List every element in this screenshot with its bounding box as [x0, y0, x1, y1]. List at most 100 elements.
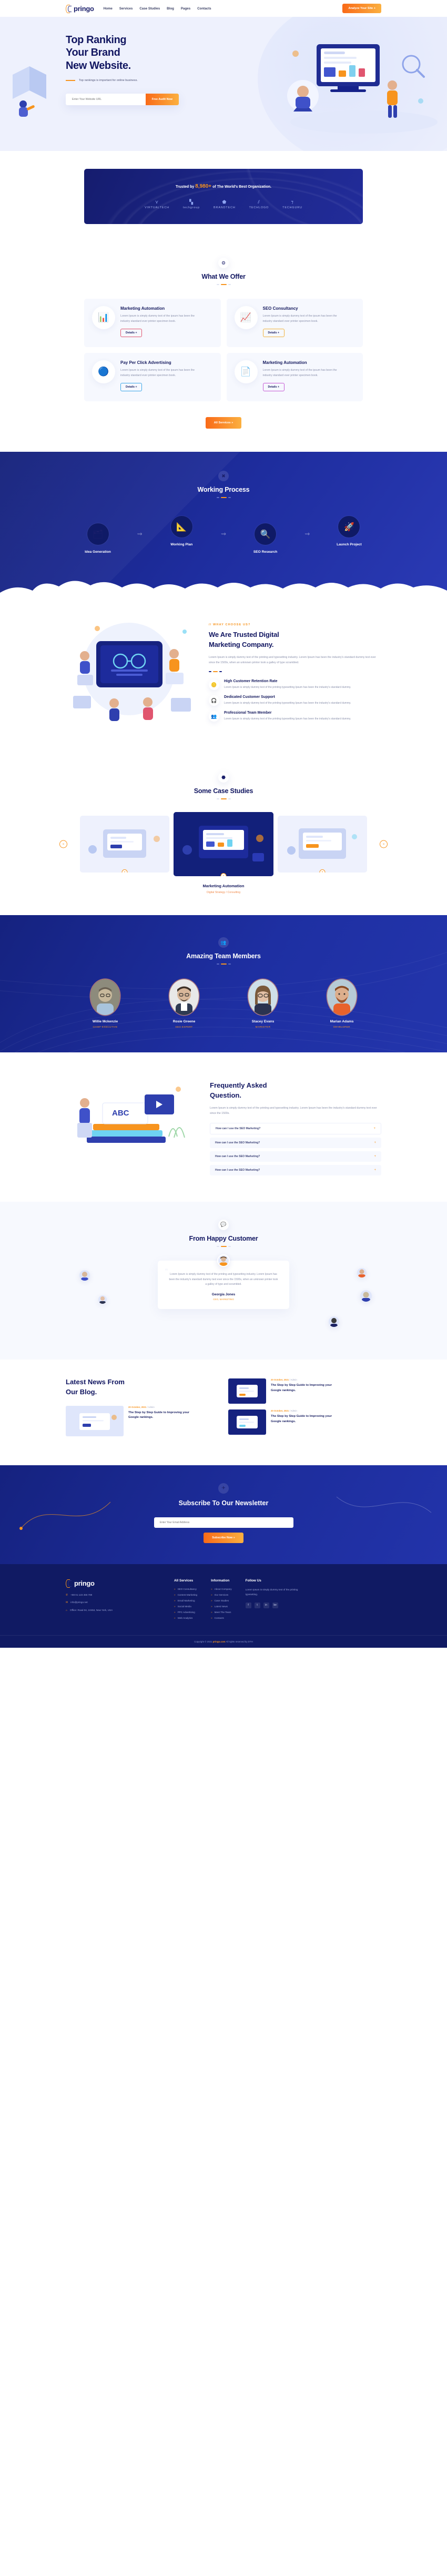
- footer-phone-text: +88 01 123 456 789: [70, 1593, 93, 1596]
- footer-link[interactable]: About Company: [211, 1588, 232, 1590]
- card-title: Marketing Automation: [262, 360, 307, 365]
- footer-link[interactable]: Meet The Team: [211, 1611, 232, 1614]
- nav-item-case-studies[interactable]: Case Studies: [139, 7, 160, 11]
- mini-avatar[interactable]: [98, 1295, 107, 1304]
- faq-item[interactable]: How can I use the SEO Marketing? +: [210, 1122, 381, 1134]
- team-member[interactable]: Marian Adams DEVELOPER: [313, 979, 371, 1028]
- team-section: 👥 Amazing Team Members Willie Mckenzie C…: [0, 915, 447, 1052]
- free-audit-button[interactable]: Free Audit Now: [145, 94, 179, 106]
- site-logo[interactable]: pringo: [66, 4, 94, 13]
- hero-left-illustration: [13, 66, 46, 117]
- plus-icon[interactable]: +: [374, 1155, 376, 1158]
- step-label: SEO Research: [253, 550, 278, 554]
- email-input[interactable]: [154, 1517, 293, 1528]
- footer-logo-text: pringo: [74, 1579, 95, 1587]
- mini-avatar[interactable]: [360, 1290, 372, 1302]
- footer-link[interactable]: Email Marketing: [174, 1599, 197, 1602]
- footer-email[interactable]: ✉ info@pringo.net: [66, 1600, 160, 1606]
- mini-avatar[interactable]: [357, 1267, 367, 1277]
- website-url-input[interactable]: [66, 98, 146, 102]
- footer-link[interactable]: Our Services: [211, 1594, 232, 1596]
- mini-avatar[interactable]: [79, 1270, 90, 1281]
- details-button[interactable]: Details +: [262, 329, 285, 338]
- post-date: 20 October, 2021: [271, 1378, 289, 1381]
- carousel-prev-button[interactable]: «: [59, 840, 67, 848]
- case-plus-button[interactable]: +: [220, 873, 227, 876]
- linkedin-icon[interactable]: in: [263, 1602, 269, 1608]
- blog-post[interactable]: 20 October, 2021 / Admin The Step by Ste…: [66, 1405, 219, 1436]
- offer-card[interactable]: 📄 Marketing Automation Lorem Ipsum is si…: [226, 353, 363, 401]
- offer-card[interactable]: 📈 SEO Consultancy Lorem Ipsum is simply …: [226, 299, 363, 347]
- case-card-active[interactable]: +: [174, 812, 273, 876]
- process-step-seo-research[interactable]: 🔍 SEO Research: [244, 523, 287, 554]
- subscribe-button[interactable]: Subscribe Now »: [204, 1532, 243, 1543]
- faq-item[interactable]: How can I use the SEO Marketing? +: [210, 1137, 381, 1148]
- blog-post[interactable]: 20 October, 2021 / Admin The Step by Ste…: [228, 1378, 381, 1404]
- why-title: We Are Trusted Digital Marketing Company…: [209, 630, 381, 650]
- footer-link[interactable]: Latest News: [211, 1605, 232, 1608]
- blog-section: Latest News From Our Blog. 20 October, 2…: [0, 1359, 447, 1465]
- footer-link[interactable]: Social Media: [174, 1605, 197, 1608]
- nav-item-blog[interactable]: Blog: [167, 7, 174, 11]
- case-plus-button[interactable]: +: [319, 869, 326, 873]
- quote-badge-icon: 💬: [218, 1219, 229, 1230]
- footer-link[interactable]: PPC Advertising: [174, 1611, 197, 1614]
- brand-techguru: ⁊ TECHGURU: [282, 200, 302, 210]
- member-role: CHIEF EXECUTIVE: [93, 1026, 118, 1028]
- why-text: Lorem Ipsum is simply dummy text of the …: [209, 655, 376, 664]
- process-step-idea-generation[interactable]: 🗂 Idea Generation: [76, 523, 119, 554]
- member-role: MARKETER: [255, 1026, 271, 1028]
- faq-item[interactable]: How can I use the SEO Marketing? +: [210, 1151, 381, 1162]
- twitter-icon[interactable]: t: [254, 1602, 260, 1608]
- nav-item-pages[interactable]: Pages: [181, 7, 190, 11]
- plus-icon[interactable]: +: [374, 1141, 376, 1144]
- blog-post[interactable]: 20 October, 2021 / Admin The Step by Ste…: [228, 1409, 381, 1435]
- testimonial-heading: 💬 From Happy Customer: [0, 1219, 447, 1247]
- blog-title-line1: Latest News From: [66, 1377, 125, 1386]
- footer-link[interactable]: Content Marketing: [174, 1594, 198, 1596]
- case-card[interactable]: +: [80, 816, 169, 873]
- hero-title-line1: Top Ranking: [66, 34, 127, 46]
- mini-avatar[interactable]: [329, 1316, 339, 1327]
- footer-copyright: Copyright © 2021 pringo.com All rights r…: [0, 1635, 447, 1648]
- team-member[interactable]: Rosie Greene SEO EXPERT: [155, 979, 213, 1028]
- offer-card[interactable]: 🔵 Pay Per Click Advertising Lorem Ipsum …: [84, 353, 221, 401]
- process-step-launch-project[interactable]: 🚀 Launch Project: [328, 516, 371, 546]
- nav-item-contacts[interactable]: Contacts: [197, 7, 211, 11]
- process-step-working-plan[interactable]: 📐 Working Plan: [160, 516, 203, 546]
- footer-phone[interactable]: ✆ +88 01 123 456 789: [66, 1593, 160, 1598]
- why-title-line1: We Are Trusted Digital: [209, 631, 279, 638]
- footer-link[interactable]: Contacts: [211, 1617, 232, 1619]
- team-member[interactable]: Willie Mckenzie CHIEF EXECUTIVE: [76, 979, 134, 1028]
- case-card[interactable]: +: [278, 816, 367, 873]
- post-author: Admin: [148, 1405, 155, 1408]
- avatar: [90, 979, 120, 1015]
- nav-item-services[interactable]: Services: [119, 7, 133, 11]
- all-services-button[interactable]: All Services »: [205, 417, 242, 429]
- footer-logo[interactable]: pringo: [66, 1579, 160, 1588]
- facebook-icon[interactable]: f: [245, 1602, 251, 1608]
- footer-link[interactable]: Web Analytics: [174, 1617, 197, 1619]
- faq-item[interactable]: How can I use the SEO Marketing? +: [210, 1164, 381, 1175]
- offer-card[interactable]: 📊 Marketing Automation Lorem Ipsum is si…: [84, 299, 221, 347]
- nav-item-home[interactable]: Home: [104, 7, 113, 11]
- plus-icon[interactable]: +: [374, 1169, 376, 1172]
- card-text: Lorem Ipsum is simply dummy text of the …: [120, 315, 195, 323]
- details-button[interactable]: Details +: [120, 329, 143, 338]
- plus-icon[interactable]: +: [373, 1127, 375, 1130]
- card-text: Lorem Ipsum is simply dummy text of the …: [262, 369, 337, 377]
- details-button[interactable]: Details +: [120, 383, 143, 392]
- heading-dots: [0, 1245, 447, 1247]
- case-plus-button[interactable]: +: [121, 869, 128, 873]
- behance-icon[interactable]: be: [272, 1602, 278, 1608]
- team-member[interactable]: Stacey Evans MARKETER: [234, 979, 292, 1028]
- testimonial-role: CEO, MARKETING: [213, 1298, 234, 1301]
- footer-link[interactable]: Case Studies: [211, 1599, 232, 1602]
- coin-icon: 🪙: [209, 680, 219, 691]
- footer-link[interactable]: SEO Consultancy: [174, 1588, 197, 1590]
- analyze-site-button[interactable]: Analyze Your Site +: [342, 4, 381, 13]
- member-name: Willie Mckenzie: [92, 1020, 118, 1023]
- carousel-next-button[interactable]: »: [380, 840, 388, 848]
- why-eyebrow: // WHAY CHOOSE US?: [209, 623, 251, 626]
- details-button[interactable]: Details +: [262, 383, 285, 392]
